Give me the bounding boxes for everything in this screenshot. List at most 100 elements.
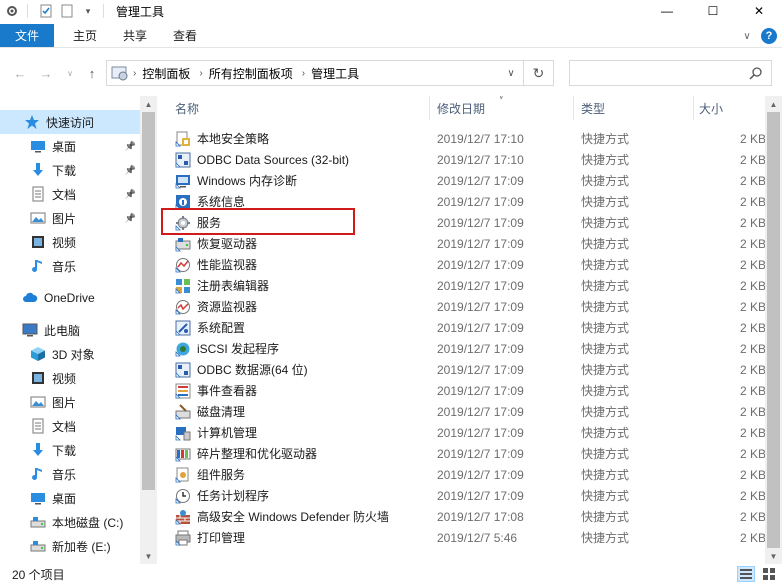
- file-row[interactable]: ODBC Data Sources (32-bit) 2019/12/7 17:1…: [163, 149, 765, 170]
- sidebar-item[interactable]: 图片: [0, 390, 140, 414]
- new-folder-icon[interactable]: [58, 2, 76, 20]
- checkmark-icon[interactable]: [37, 2, 55, 20]
- sidebar-item[interactable]: 桌面: [0, 486, 140, 510]
- sidebar-item[interactable]: 快速访问: [0, 110, 140, 134]
- file-row[interactable]: 计算机管理 2019/12/7 17:09 快捷方式 2 KB: [163, 422, 765, 443]
- file-row[interactable]: 注册表编辑器 2019/12/7 17:09 快捷方式 2 KB: [163, 275, 765, 296]
- file-row[interactable]: ODBC 数据源(64 位) 2019/12/7 17:09 快捷方式 2 KB: [163, 359, 765, 380]
- file-type: 快捷方式: [581, 426, 630, 440]
- breadcrumb-control-panel[interactable]: 控制面板: [142, 65, 190, 82]
- recent-locations-icon[interactable]: ∨: [60, 62, 80, 84]
- maximize-button[interactable]: ☐: [690, 0, 736, 22]
- forward-arrow-icon[interactable]: →: [36, 62, 56, 84]
- breadcrumb-separator-icon[interactable]: ›: [133, 68, 136, 79]
- sidebar-item[interactable]: 下载: [0, 438, 140, 462]
- tab-share[interactable]: 共享: [110, 24, 160, 47]
- properties-icon[interactable]: [3, 2, 21, 20]
- sidebar-item[interactable]: OneDrive: [0, 286, 140, 310]
- desktop-icon: [30, 138, 46, 154]
- file-name: iSCSI 发起程序: [197, 342, 280, 356]
- sidebar-item[interactable]: 视频: [0, 366, 140, 390]
- component-services-icon: [175, 467, 191, 483]
- column-header-size[interactable]: 大小: [693, 96, 765, 120]
- file-date: 2019/12/7 17:09: [437, 446, 524, 461]
- sidebar-item[interactable]: 本地磁盘 (C:): [0, 510, 140, 534]
- tab-view[interactable]: 查看: [160, 24, 210, 47]
- file-type: 快捷方式: [581, 321, 630, 335]
- sidebar-item[interactable]: 图片 📌: [0, 206, 140, 230]
- scroll-up-icon[interactable]: ▲: [765, 96, 782, 112]
- sidebar-item[interactable]: 此电脑: [0, 318, 140, 342]
- scroll-down-icon[interactable]: ▼: [765, 548, 782, 564]
- large-icons-view-icon[interactable]: [760, 566, 778, 582]
- tab-file[interactable]: 文件: [0, 24, 55, 47]
- file-date: 2019/12/7 5:46: [437, 530, 518, 545]
- search-icon[interactable]: [749, 66, 763, 80]
- file-list-scrollbar[interactable]: ▲ ▼: [765, 96, 782, 564]
- up-arrow-icon[interactable]: ↑: [82, 62, 102, 84]
- address-bar[interactable]: › 控制面板 › 所有控制面板项 › 管理工具 ∨: [106, 60, 524, 86]
- scroll-up-icon[interactable]: ▲: [140, 96, 157, 112]
- file-row[interactable]: 高级安全 Windows Defender 防火墙 2019/12/7 17:08…: [163, 506, 765, 527]
- minimize-button[interactable]: —: [644, 0, 690, 22]
- file-type: 快捷方式: [581, 384, 630, 398]
- sidebar-item[interactable]: 新加卷 (E:): [0, 534, 140, 558]
- file-name: 组件服务: [197, 468, 246, 482]
- address-dropdown-icon[interactable]: ∨: [499, 61, 523, 85]
- divider: [103, 4, 104, 18]
- download-icon: [30, 442, 46, 458]
- column-header-type[interactable]: 类型: [573, 96, 694, 120]
- file-date: 2019/12/7 17:09: [437, 320, 524, 335]
- expand-ribbon-icon[interactable]: ∨: [737, 31, 757, 42]
- file-row[interactable]: 碎片整理和优化驱动器 2019/12/7 17:09 快捷方式 2 KB: [163, 443, 765, 464]
- sidebar-item[interactable]: 音乐: [0, 462, 140, 486]
- pin-icon: 📌: [124, 164, 136, 175]
- sidebar-item[interactable]: 3D 对象: [0, 342, 140, 366]
- 3d-objects-icon: [30, 346, 46, 362]
- breadcrumb-separator-icon[interactable]: ›: [199, 68, 202, 79]
- breadcrumb-separator-icon[interactable]: ›: [302, 68, 305, 79]
- sidebar-item[interactable]: 视频: [0, 230, 140, 254]
- sidebar-item[interactable]: 音乐: [0, 254, 140, 278]
- file-row[interactable]: 事件查看器 2019/12/7 17:09 快捷方式 2 KB: [163, 380, 765, 401]
- details-view-icon[interactable]: [737, 566, 755, 582]
- refresh-icon[interactable]: ↻: [524, 60, 554, 86]
- column-header-date[interactable]: 修改日期: [429, 96, 574, 120]
- sidebar-item[interactable]: 桌面 📌: [0, 134, 140, 158]
- file-name: 性能监视器: [197, 258, 258, 272]
- file-size: 2 KB: [740, 341, 765, 356]
- sidebar-item[interactable]: 文档 📌: [0, 182, 140, 206]
- navigation-scrollbar[interactable]: ▲ ▼: [140, 96, 157, 564]
- file-row[interactable]: 性能监视器 2019/12/7 17:09 快捷方式 2 KB: [163, 254, 765, 275]
- tab-home[interactable]: 主页: [60, 24, 110, 47]
- customize-toolbar-icon[interactable]: ▾: [79, 2, 97, 20]
- help-icon[interactable]: ?: [761, 28, 777, 44]
- file-row[interactable]: 系统配置 2019/12/7 17:09 快捷方式 2 KB: [163, 317, 765, 338]
- video-icon: [30, 370, 46, 386]
- column-header-name[interactable]: 名称: [167, 96, 430, 120]
- sidebar-item[interactable]: 下载 📌: [0, 158, 140, 182]
- file-size: 2 KB: [740, 278, 765, 293]
- file-row[interactable]: Windows 内存诊断 2019/12/7 17:09 快捷方式 2 KB: [163, 170, 765, 191]
- file-type: 快捷方式: [581, 363, 630, 377]
- file-row[interactable]: 任务计划程序 2019/12/7 17:09 快捷方式 2 KB: [163, 485, 765, 506]
- breadcrumb-admin-tools[interactable]: 管理工具: [311, 65, 359, 82]
- file-size: 2 KB: [740, 362, 765, 377]
- file-row[interactable]: 组件服务 2019/12/7 17:09 快捷方式 2 KB: [163, 464, 765, 485]
- file-row[interactable]: 本地安全策略 2019/12/7 17:10 快捷方式 2 KB: [163, 128, 765, 149]
- search-input[interactable]: [569, 60, 772, 86]
- scrollbar-thumb[interactable]: [767, 112, 780, 548]
- close-button[interactable]: ✕: [736, 0, 782, 22]
- file-row[interactable]: 磁盘清理 2019/12/7 17:09 快捷方式 2 KB: [163, 401, 765, 422]
- scroll-down-icon[interactable]: ▼: [140, 548, 157, 564]
- file-row[interactable]: iSCSI 发起程序 2019/12/7 17:09 快捷方式 2 KB: [163, 338, 765, 359]
- file-row[interactable]: 恢复驱动器 2019/12/7 17:09 快捷方式 2 KB: [163, 233, 765, 254]
- back-arrow-icon[interactable]: ←: [10, 62, 30, 84]
- sidebar-item-label: 视频: [52, 371, 77, 386]
- breadcrumb-all-items[interactable]: 所有控制面板项: [209, 65, 293, 82]
- file-row[interactable]: 打印管理 2019/12/7 5:46 快捷方式 2 KB: [163, 527, 765, 548]
- sidebar-item-label: 3D 对象: [52, 347, 95, 362]
- file-row[interactable]: 资源监视器 2019/12/7 17:09 快捷方式 2 KB: [163, 296, 765, 317]
- sidebar-item[interactable]: 文档: [0, 414, 140, 438]
- scrollbar-thumb[interactable]: [142, 112, 155, 490]
